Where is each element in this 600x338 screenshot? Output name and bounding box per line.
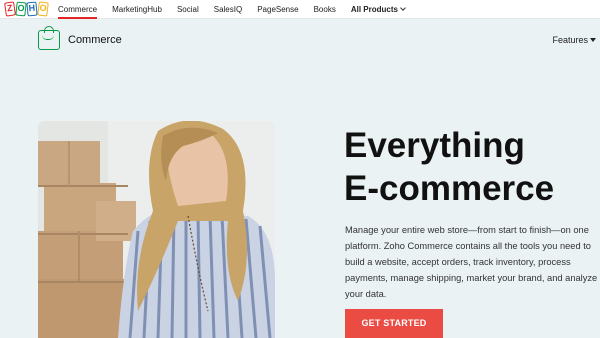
product-header: Commerce Features <box>0 20 600 60</box>
product-name[interactable]: Commerce <box>68 34 122 46</box>
nav-link-pagesense[interactable]: PageSense <box>257 5 298 14</box>
woman-with-boxes-illustration <box>38 121 275 338</box>
hero-headline: Everything E-commerce <box>344 124 600 210</box>
logo-letter: O <box>15 1 27 17</box>
get-started-button[interactable]: GET STARTED <box>345 309 443 338</box>
chevron-down-icon <box>400 5 406 11</box>
nav-link-salesiq[interactable]: SalesIQ <box>214 5 242 14</box>
all-products-label: All Products <box>350 5 398 14</box>
features-menu[interactable]: Features <box>552 35 596 45</box>
nav-link-books[interactable]: Books <box>314 5 336 14</box>
nav-link-all-products[interactable]: All Products <box>350 5 406 14</box>
nav-link-commerce[interactable]: Commerce <box>58 0 98 19</box>
hero-photo <box>38 121 275 338</box>
product-nav: Commerce MarketingHub Social SalesIQ Pag… <box>58 0 420 19</box>
top-nav: Z O H O Commerce MarketingHub Social Sal… <box>0 0 600 19</box>
zoho-logo[interactable]: Z O H O <box>4 1 49 17</box>
logo-letter: Z <box>4 1 16 17</box>
nav-link-marketinghub[interactable]: MarketingHub <box>112 5 162 14</box>
nav-link-social[interactable]: Social <box>177 5 199 14</box>
hero-description: Manage your entire web store—from start … <box>345 225 598 299</box>
logo-letter: H <box>26 1 38 17</box>
headline-line-2: E-commerce <box>344 169 555 208</box>
caret-down-icon <box>590 38 596 42</box>
features-label: Features <box>552 35 588 45</box>
logo-letter: O <box>37 1 49 17</box>
headline-line-1: Everything <box>344 126 525 165</box>
shopping-bag-icon[interactable] <box>38 26 60 50</box>
